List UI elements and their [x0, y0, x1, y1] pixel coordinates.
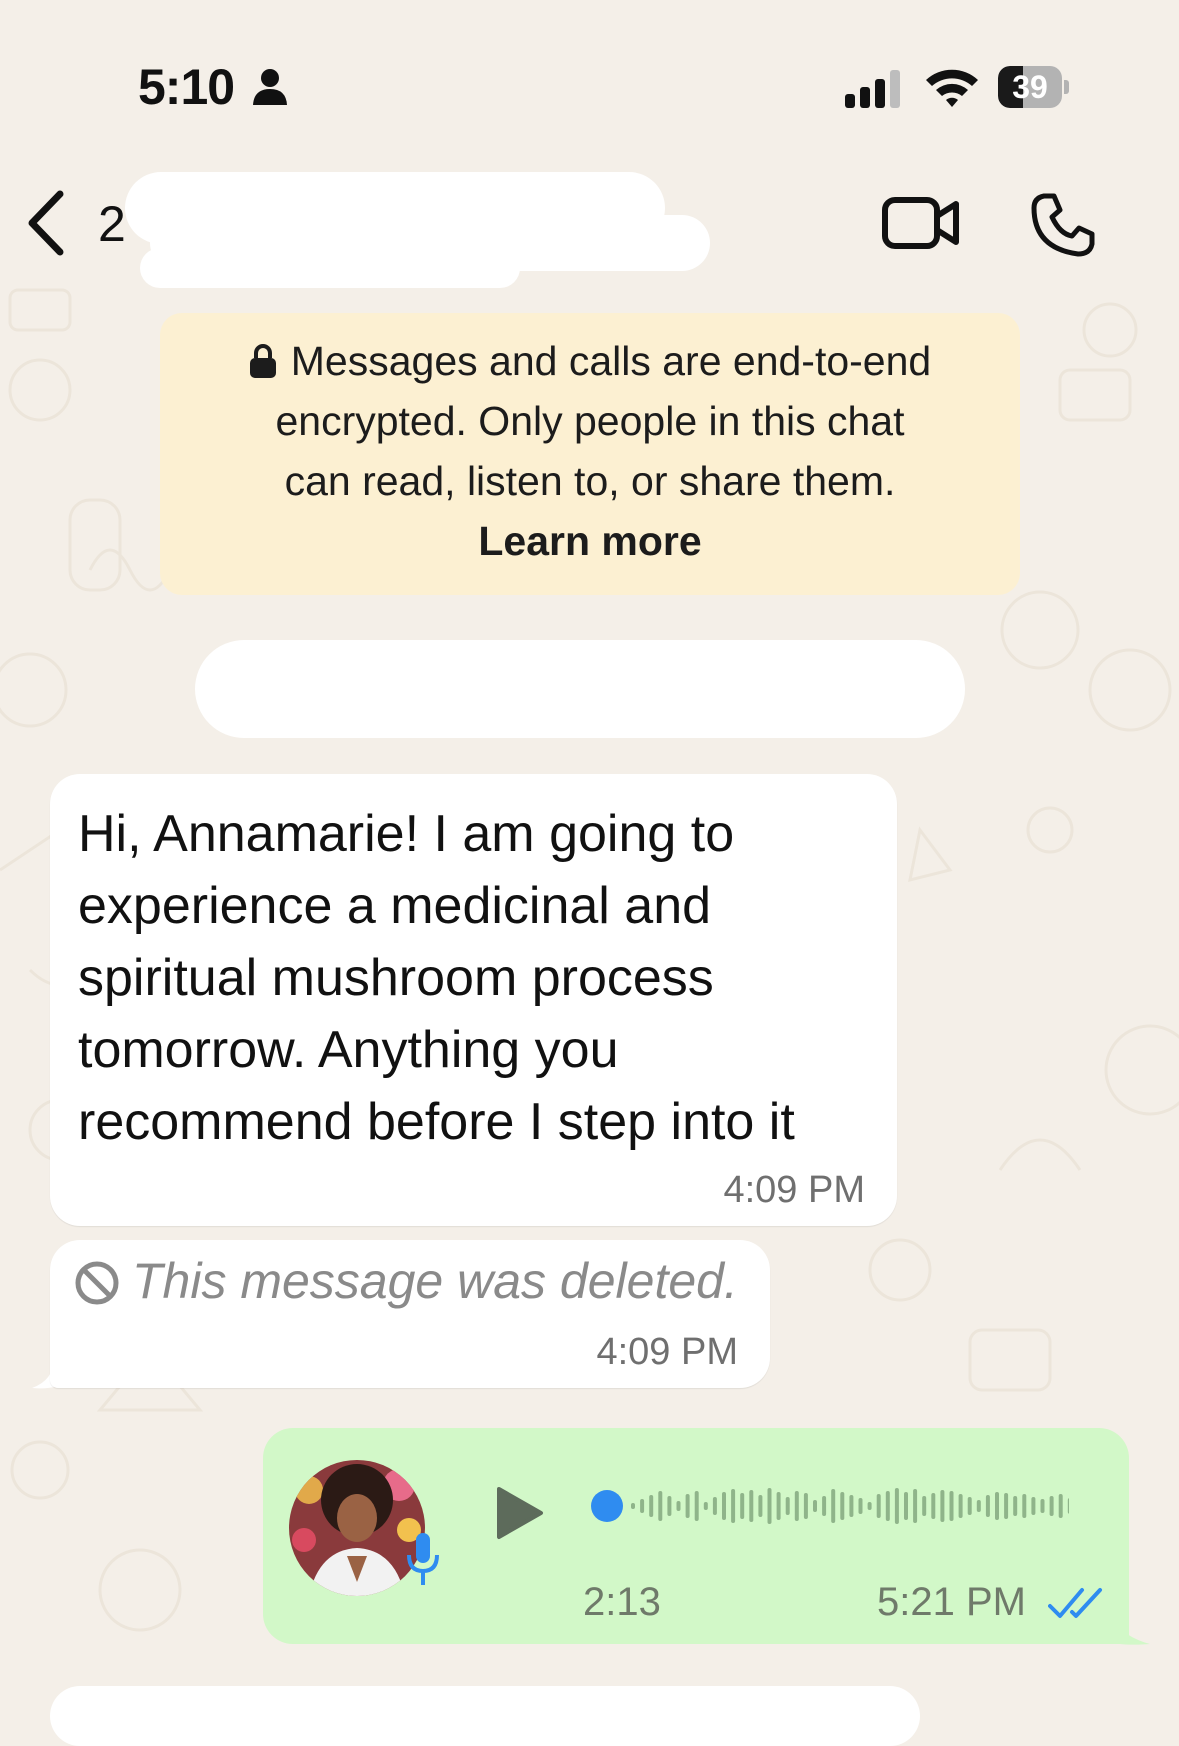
encryption-text-3: can read, listen to, or share them. [284, 458, 896, 504]
waveform-bar [904, 1492, 908, 1520]
waveform-bar [767, 1488, 772, 1524]
focus-person-icon [253, 69, 287, 105]
waveform-bar [785, 1497, 790, 1515]
deleted-message-icon [75, 1261, 119, 1305]
deleted-message-bubble[interactable]: This message was deleted. 4:09 PM [50, 1240, 770, 1388]
waveform-bar [831, 1489, 836, 1523]
waveform-bar [1031, 1497, 1036, 1515]
waveform-bar [849, 1495, 854, 1517]
waveform-bar [803, 1493, 808, 1519]
lock-icon [249, 344, 276, 378]
waveform-bar [676, 1501, 681, 1511]
message-line: tomorrow. Anything you [78, 1021, 619, 1079]
redaction-mark [195, 640, 965, 738]
waveform-bar [858, 1498, 863, 1514]
waveform-bar [813, 1500, 817, 1512]
message-line: spiritual mushroom process [78, 949, 714, 1007]
waveform-bar [958, 1494, 963, 1518]
waveform-bar [885, 1491, 890, 1521]
waveform-bar [776, 1492, 781, 1520]
incoming-message-bubble[interactable]: Hi, Annamarie! I am going to experience … [50, 774, 897, 1226]
deleted-message-text: This message was deleted. [132, 1253, 738, 1309]
waveform-bar [685, 1494, 690, 1518]
waveform-bar [1067, 1498, 1069, 1514]
wifi-icon [926, 69, 978, 107]
waveform-bar [940, 1490, 945, 1522]
waveform-bar [1040, 1499, 1045, 1513]
incoming-message-bubble[interactable] [50, 1686, 920, 1746]
waveform-bar [949, 1491, 954, 1521]
waveform-bar [649, 1495, 654, 1517]
encryption-notice[interactable]: Messages and calls are end-to-end encryp… [160, 313, 1020, 595]
waveform-bar [867, 1502, 872, 1510]
encryption-notice-line: Messages and calls are end-to-end [160, 331, 1020, 391]
waveform-bar [1058, 1494, 1063, 1518]
microphone-icon [407, 1533, 439, 1585]
outgoing-voice-message-bubble[interactable]: 2:13 5:21 PM [263, 1428, 1129, 1644]
avatar [289, 1460, 425, 1596]
redaction-mark [140, 248, 520, 288]
waveform-bar [731, 1489, 736, 1523]
waveform-bar [712, 1497, 717, 1515]
cellular-signal-icon [845, 70, 900, 108]
waveform-bar [722, 1492, 726, 1520]
waveform-bar [667, 1496, 672, 1516]
waveform-bar [822, 1496, 827, 1516]
waveform-bar [976, 1500, 981, 1512]
waveform-bar [1004, 1493, 1009, 1519]
battery-level: 39 [1012, 69, 1048, 105]
learn-more-link[interactable]: Learn more [160, 511, 1020, 571]
waveform-bar [876, 1494, 881, 1518]
status-time: 5:10 [138, 59, 235, 115]
waveform-bar [995, 1492, 999, 1520]
read-receipt-icon [1048, 1588, 1102, 1618]
waveform-bar [758, 1495, 763, 1517]
encryption-text-1: Messages and calls are end-to-end [290, 338, 932, 384]
waveform-bar [931, 1493, 936, 1519]
voice-duration: 2:13 [583, 1580, 661, 1624]
chevron-left-icon[interactable] [26, 190, 66, 256]
waveform-bar [703, 1502, 708, 1510]
message-text: Hi, Annamarie! I am going to experience … [78, 798, 878, 1158]
contact-name[interactable]: 2 [98, 195, 126, 253]
waveform-bar [749, 1490, 754, 1522]
message-line: experience a medicinal and [78, 877, 712, 935]
waveform-bar [640, 1499, 645, 1513]
message-timestamp: 5:21 PM [877, 1580, 1026, 1624]
encryption-text-2: encrypted. Only people in this chat [275, 398, 905, 444]
waveform-bar [913, 1489, 918, 1523]
video-call-icon[interactable] [882, 196, 960, 250]
play-icon[interactable] [495, 1485, 545, 1541]
voice-waveform[interactable] [589, 1478, 1069, 1534]
waveform-bar [1049, 1496, 1054, 1516]
status-bar: 5:10 39 [0, 0, 1179, 150]
playback-scrubber[interactable] [591, 1490, 623, 1522]
message-line: Hi, Annamarie! I am going to [78, 805, 735, 863]
waveform-bar [1022, 1494, 1027, 1518]
waveform-bar [985, 1495, 990, 1517]
waveform-bar [1013, 1496, 1018, 1516]
waveform-bar [840, 1492, 845, 1520]
waveform-bar [694, 1491, 699, 1521]
message-timestamp: 4:09 PM [723, 1169, 865, 1211]
message-line: recommend before I step into it [78, 1093, 795, 1151]
waveform-bar [740, 1493, 745, 1519]
waveform-bar [794, 1491, 799, 1521]
waveform-bar [658, 1491, 663, 1521]
waveform-bar [894, 1488, 899, 1524]
waveform-bar [631, 1503, 635, 1509]
battery-indicator: 39 [998, 66, 1070, 108]
waveform-bar [967, 1497, 972, 1515]
waveform-bar [922, 1496, 927, 1516]
message-timestamp: 4:09 PM [596, 1331, 738, 1373]
phone-call-icon[interactable] [1030, 192, 1096, 258]
